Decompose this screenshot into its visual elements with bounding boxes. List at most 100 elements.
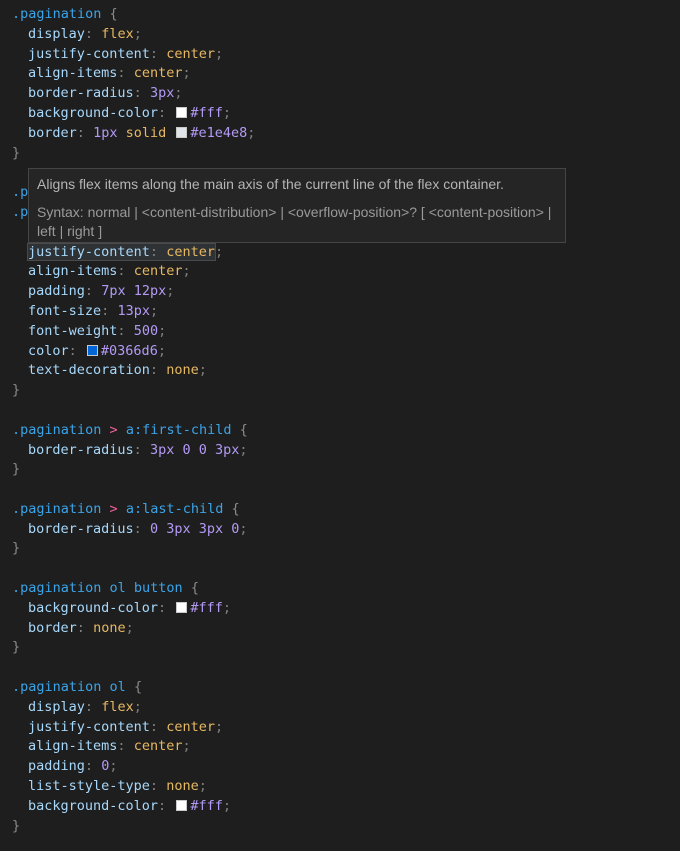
colon: :	[84, 26, 94, 42]
css-value: #0366d6	[100, 343, 158, 359]
semicolon: ;	[222, 105, 231, 121]
css-property: padding	[28, 758, 85, 774]
close-brace: }	[12, 540, 21, 556]
code-line: border: none;	[12, 618, 134, 638]
css-value: #fff	[190, 600, 223, 616]
hovered-token[interactable]: justify-content: center	[27, 243, 216, 261]
css-value: 3px	[149, 85, 175, 101]
css-value: none	[166, 778, 199, 794]
semicolon: ;	[239, 521, 248, 537]
open-brace: {	[239, 422, 248, 438]
css-value: center	[166, 244, 215, 260]
code-line: }	[12, 816, 20, 836]
css-combinator: >	[109, 501, 118, 517]
css-pseudo-class: :first-child	[133, 422, 232, 438]
hover-description: Aligns flex items along the main axis of…	[37, 176, 504, 192]
colon: :	[133, 85, 142, 101]
code-line: text-decoration: none;	[12, 360, 207, 380]
semicolon: ;	[222, 798, 231, 814]
code-line: .p	[12, 202, 28, 222]
css-property: background-color	[28, 798, 159, 814]
code-line: justify-content: center;	[12, 44, 223, 64]
css-value: center	[133, 263, 183, 279]
css-property: background-color	[28, 105, 159, 121]
css-property: border	[28, 125, 77, 141]
css-property: justify-content	[28, 46, 150, 62]
css-value: 500	[133, 323, 159, 339]
colon: :	[117, 65, 126, 81]
code-line: color: #0366d6;	[12, 341, 166, 361]
semicolon: ;	[222, 600, 231, 616]
css-combinator: >	[109, 422, 118, 438]
code-line: .pagination > a:last-child {	[12, 499, 240, 519]
colon: :	[68, 343, 77, 359]
css-value: 3px 0 0 3px	[149, 442, 240, 458]
semicolon: ;	[133, 699, 142, 715]
css-property: border-radius	[28, 442, 134, 458]
css-property: list-style-type	[28, 778, 150, 794]
css-property: background-color	[28, 600, 159, 616]
code-line: font-weight: 500;	[12, 321, 166, 341]
close-brace: }	[12, 461, 21, 477]
semicolon: ;	[166, 283, 175, 299]
color-swatch[interactable]	[176, 107, 188, 118]
css-value: flex	[101, 699, 134, 715]
code-line: }	[12, 637, 20, 657]
colon: :	[158, 600, 167, 616]
code-line: }	[12, 380, 20, 400]
code-editor[interactable]: .pagination { display: flex; justify-con…	[0, 0, 680, 851]
open-brace: {	[133, 679, 143, 695]
semicolon: ;	[214, 46, 224, 62]
css-selector: .p	[12, 184, 29, 200]
css-value: 0 3px 3px 0	[149, 521, 240, 537]
code-line: border-radius: 0 3px 3px 0;	[12, 519, 248, 539]
semicolon: ;	[182, 738, 191, 754]
semicolon: ;	[182, 263, 191, 279]
css-property: justify-content	[28, 244, 150, 260]
css-selector: .pagination ol	[12, 679, 126, 695]
code-line: align-items: center;	[12, 63, 191, 83]
close-brace: }	[12, 382, 21, 398]
close-brace: }	[12, 145, 21, 161]
code-line: }	[12, 459, 20, 479]
colon: :	[117, 263, 126, 279]
css-selector: .pagination ol button	[12, 580, 183, 596]
colon: :	[149, 46, 159, 62]
code-line: background-color: #fff;	[12, 796, 231, 816]
css-element: a	[125, 422, 134, 438]
colon: :	[84, 758, 94, 774]
colon: :	[76, 620, 85, 636]
code-line: .pagination {	[12, 4, 118, 24]
css-value: center	[133, 738, 183, 754]
colon: :	[149, 244, 159, 260]
code-line: }	[12, 538, 20, 558]
color-swatch[interactable]	[176, 602, 188, 613]
semicolon: ;	[182, 65, 191, 81]
color-swatch[interactable]	[86, 345, 98, 356]
code-line: background-color: #fff;	[12, 598, 231, 618]
colon: :	[84, 699, 94, 715]
css-value: #fff	[190, 105, 223, 121]
colon: :	[149, 719, 159, 735]
semicolon: ;	[109, 758, 118, 774]
css-property: border	[28, 620, 77, 636]
code-line: display: flex;	[12, 697, 142, 717]
css-property: align-items	[28, 65, 118, 81]
code-line: border: 1px solid #e1e4e8;	[12, 123, 255, 143]
css-property: text-decoration	[28, 362, 150, 378]
code-line: display: flex;	[12, 24, 142, 44]
color-swatch[interactable]	[176, 127, 188, 138]
css-value: 13px	[117, 303, 150, 319]
code-line: .pagination ol {	[12, 677, 142, 697]
css-property: display	[28, 699, 85, 715]
open-brace: {	[109, 6, 118, 22]
color-swatch[interactable]	[176, 800, 188, 811]
css-property: justify-content	[28, 719, 150, 735]
css-value: #e1e4e8	[190, 125, 248, 141]
semicolon: ;	[239, 442, 248, 458]
css-value: center	[166, 46, 215, 62]
colon: :	[149, 778, 159, 794]
code-line: padding: 0;	[12, 756, 117, 776]
code-line: border-radius: 3px 0 0 3px;	[12, 440, 248, 460]
colon: :	[76, 125, 85, 141]
